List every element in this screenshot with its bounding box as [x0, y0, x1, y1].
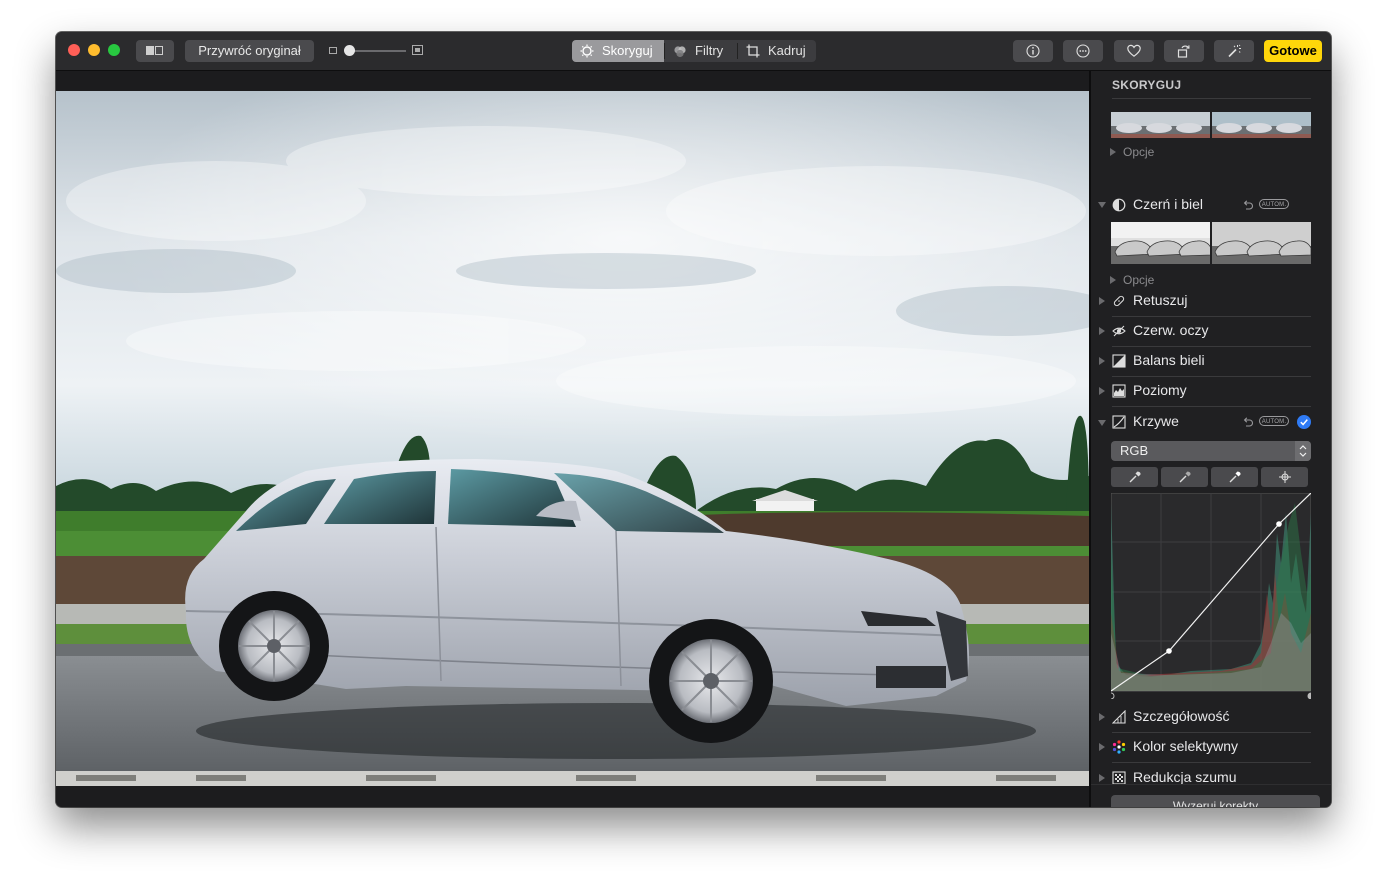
zoom-out-icon: [329, 47, 337, 54]
bw-collapse-icon[interactable]: [1098, 202, 1106, 208]
light-options[interactable]: Opcje: [1123, 145, 1154, 159]
tab-adjust[interactable]: Skoryguj: [572, 40, 664, 62]
levels-icon: [1112, 384, 1126, 398]
eyedropper-white-icon: [1229, 471, 1241, 483]
tab-adjust-label: Skoryguj: [602, 43, 653, 58]
curves-histogram: [1107, 492, 1315, 700]
edited-photo[interactable]: [56, 91, 1089, 786]
minimize-button[interactable]: [88, 44, 100, 56]
favorite-button[interactable]: [1114, 40, 1154, 62]
tab-filters-label: Filtry: [695, 43, 724, 58]
definition-section[interactable]: Szczegółowość: [1133, 708, 1230, 724]
photos-window: Przywróć oryginał Skoryguj Filtry Kadruj…: [56, 32, 1331, 807]
bw-options[interactable]: Opcje: [1123, 273, 1154, 287]
info-button[interactable]: [1013, 40, 1053, 62]
light-thumbnails[interactable]: [1111, 112, 1311, 138]
more-icon: [1076, 44, 1090, 58]
reset-adjustments-button[interactable]: Wyzeruj korekty: [1111, 795, 1320, 807]
options-disclosure-icon[interactable]: [1110, 148, 1116, 156]
bandage-icon: [1113, 295, 1125, 307]
noise-reduction-disclosure-icon[interactable]: [1099, 774, 1105, 782]
selective-color-icon: [1112, 740, 1126, 754]
curves-editor[interactable]: [1107, 492, 1315, 700]
tab-filters[interactable]: Filtry: [665, 40, 737, 62]
white-point-picker[interactable]: [1211, 467, 1258, 487]
select-stepper-icon: [1295, 441, 1311, 461]
levels-disclosure-icon[interactable]: [1099, 387, 1105, 395]
channel-select-value: RGB: [1120, 443, 1149, 458]
eyedropper-gray-icon: [1179, 471, 1191, 483]
bw-options-disclosure-icon[interactable]: [1110, 276, 1116, 284]
zoom-in-icon: [412, 45, 423, 55]
black-white-icon: [1112, 198, 1126, 212]
eyedropper-black-icon: [1129, 471, 1141, 483]
channel-select[interactable]: RGB: [1111, 441, 1311, 461]
definition-icon: [1112, 710, 1126, 724]
white-balance-disclosure-icon[interactable]: [1099, 357, 1105, 365]
tab-crop-label: Kadruj: [768, 43, 806, 58]
compare-icon: [146, 46, 154, 55]
rotate-button[interactable]: [1164, 40, 1204, 62]
red-eye-section[interactable]: Czerw. oczy: [1133, 322, 1208, 338]
curves-undo-icon[interactable]: [1242, 416, 1254, 428]
red-eye-icon: [1112, 325, 1126, 337]
curves-section[interactable]: Krzywe: [1133, 413, 1179, 429]
edit-mode-tabs: Skoryguj Filtry Kadruj: [572, 40, 816, 62]
revert-original-button[interactable]: Przywróć oryginał: [185, 40, 314, 62]
retouch-section[interactable]: Retuszuj: [1133, 292, 1187, 308]
curves-enabled-check-icon[interactable]: [1297, 415, 1311, 429]
info-icon: [1026, 44, 1040, 58]
sidebar-title: SKORYGUJ: [1112, 78, 1182, 92]
filters-icon: [674, 46, 686, 58]
add-point-picker[interactable]: [1261, 467, 1308, 487]
selective-color-disclosure-icon[interactable]: [1099, 743, 1105, 751]
curves-icon: [1112, 415, 1126, 429]
bw-thumbnails[interactable]: [1111, 222, 1311, 264]
levels-section[interactable]: Poziomy: [1133, 382, 1187, 398]
definition-disclosure-icon[interactable]: [1099, 713, 1105, 721]
photo-canvas-area: [56, 71, 1089, 807]
car-photo-image: [56, 91, 1089, 786]
retouch-disclosure-icon[interactable]: [1099, 297, 1105, 305]
adjust-sidebar: SKORYGUJ Opcje Czerń i biel AUTOM. Opcje…: [1091, 71, 1331, 807]
bw-auto-button[interactable]: AUTOM.: [1259, 199, 1289, 209]
black-point-picker[interactable]: [1111, 467, 1158, 487]
magic-wand-icon: [1228, 44, 1241, 58]
noise-reduction-icon: [1112, 771, 1126, 785]
zoom-slider[interactable]: [346, 50, 406, 52]
rotate-icon: [1177, 45, 1190, 58]
heart-icon: [1127, 44, 1141, 57]
curves-auto-button[interactable]: AUTOM.: [1259, 416, 1289, 426]
tab-crop[interactable]: Kadruj: [738, 40, 816, 62]
maximize-button[interactable]: [108, 44, 120, 56]
curve-picker-row: [1111, 467, 1309, 487]
curves-collapse-icon[interactable]: [1098, 420, 1106, 426]
adjust-icon: [580, 44, 594, 58]
more-button[interactable]: [1063, 40, 1103, 62]
toolbar: Przywróć oryginał Skoryguj Filtry Kadruj…: [56, 32, 1331, 71]
black-white-section[interactable]: Czerń i biel: [1133, 196, 1203, 212]
selective-color-section[interactable]: Kolor selektywny: [1133, 738, 1238, 754]
compare-button[interactable]: [136, 40, 174, 62]
white-balance-section[interactable]: Balans bieli: [1133, 352, 1205, 368]
undo-icon[interactable]: [1242, 199, 1254, 211]
crop-icon: [746, 44, 760, 58]
done-button[interactable]: Gotowe: [1264, 40, 1322, 62]
close-button[interactable]: [68, 44, 80, 56]
auto-enhance-button[interactable]: [1214, 40, 1254, 62]
noise-reduction-section[interactable]: Redukcja szumu: [1133, 769, 1237, 785]
gray-point-picker[interactable]: [1161, 467, 1208, 487]
red-eye-disclosure-icon[interactable]: [1099, 327, 1105, 335]
crosshair-icon: [1279, 471, 1291, 483]
zoom-slider-knob[interactable]: [344, 45, 355, 56]
white-balance-icon: [1112, 354, 1126, 368]
